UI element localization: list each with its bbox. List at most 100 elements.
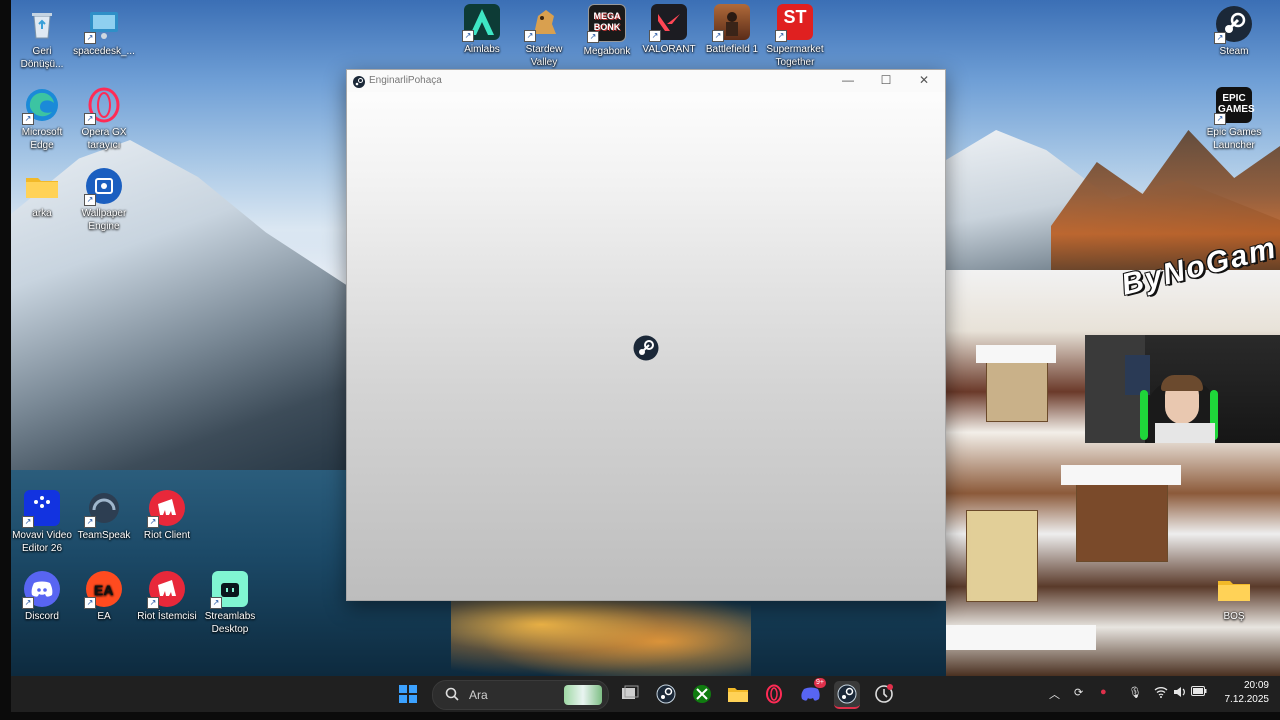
desktop-icon-teamspeak[interactable]: ↗ TeamSpeak <box>73 490 135 542</box>
wallpaper-lights <box>451 590 751 676</box>
desktop-icon-opera-gx[interactable]: ↗ Opera GX tarayıcı <box>73 87 135 152</box>
megabonk-icon: MEGA BONK ↗ <box>587 4 626 43</box>
streamlabs-icon: ↗ <box>210 571 248 609</box>
desktop-icon-discord[interactable]: ↗ Discord <box>11 571 73 623</box>
desktop-icon-label: Steam <box>1219 46 1249 57</box>
desktop-icon-battlefield[interactable]: ↗ Battlefield 1 <box>701 4 763 56</box>
ea-icon: EA ↗ <box>84 571 122 609</box>
desktop-icon-label: arka <box>32 208 52 219</box>
battlefield-icon: ↗ <box>712 4 750 42</box>
windows-icon <box>399 685 417 703</box>
desktop-icon-movavi[interactable]: ↗ Movavi Video Editor 26 <box>11 490 73 555</box>
desktop-icon-label: Battlefield 1 <box>705 44 759 55</box>
teamspeak-icon: ↗ <box>84 490 122 528</box>
desktop-icon-ea[interactable]: EA ↗ EA <box>73 571 135 623</box>
window-titlebar[interactable]: EnginarliPohaça — ☐ ✕ <box>347 70 945 92</box>
desktop-icon-bos[interactable]: BOŞ <box>1203 571 1265 623</box>
desktop-icon-label: Movavi Video Editor 26 <box>12 530 72 554</box>
taskbar-opera-gx[interactable] <box>761 681 787 707</box>
aimlabs-icon: ↗ <box>462 4 500 42</box>
desktop-icon-label: Riot İstemcisi <box>137 611 197 622</box>
epic-icon: EPIC GAMES ↗ <box>1214 87 1255 125</box>
volume-icon[interactable] <box>1173 686 1187 701</box>
desktop-icon-label: Megabonk <box>583 46 631 57</box>
taskbar-xbox[interactable] <box>689 681 715 707</box>
steam-icon: ↗ <box>1214 6 1252 44</box>
desktop-icon-label: Epic Games Launcher <box>1206 127 1262 151</box>
task-view-icon <box>622 685 639 699</box>
desktop-icon-wallpaper-engine[interactable]: ↗ Wallpaper Engine <box>73 168 135 233</box>
valorant-icon: ↗ <box>649 4 687 42</box>
desktop-icon-riot-istemcisi[interactable]: ↗ Riot İstemcisi <box>136 571 198 623</box>
desktop-icon-label: VALORANT <box>642 44 696 55</box>
chevron-up-icon[interactable]: ︿ <box>1049 686 1060 702</box>
search-placeholder: Ara <box>469 688 488 702</box>
desktop-icon-epic[interactable]: EPIC GAMES ↗ Epic Games Launcher <box>1203 87 1265 152</box>
desktop-icon-riot-client[interactable]: ↗ Riot Client <box>136 490 198 542</box>
spacedesk-icon: ↗ <box>84 6 122 44</box>
edge-icon: ↗ <box>22 87 60 125</box>
taskbar-task-view[interactable] <box>617 681 643 707</box>
desktop-icon-recycle-bin[interactable]: Geri Dönüşü... <box>11 6 73 71</box>
steam-loading-icon <box>633 335 659 366</box>
folder-icon <box>24 168 60 204</box>
desktop-icon-label: Aimlabs <box>464 44 500 55</box>
desktop-icon-supermarket[interactable]: ST ↗ Supermarket Together <box>764 4 826 69</box>
desktop-icon-aimlabs[interactable]: ↗ Aimlabs <box>451 4 513 56</box>
stardew-icon: ↗ <box>524 4 562 42</box>
taskbar-app[interactable] <box>871 681 897 707</box>
taskbar-discord[interactable]: 9+ <box>798 678 826 707</box>
supermarket-logo-text: ST <box>783 7 807 27</box>
desktop-icon-edge[interactable]: ↗ Microsoft Edge <box>11 87 73 152</box>
battery-icon[interactable] <box>1191 686 1207 699</box>
screen-bottom-border <box>0 712 1280 720</box>
riot-istemcisi-icon: ↗ <box>147 571 185 609</box>
opera-gx-icon <box>766 684 782 704</box>
desktop-icon-label: Supermarket Together <box>766 44 824 68</box>
steam-login-window[interactable]: EnginarliPohaça — ☐ ✕ <box>346 69 946 601</box>
megabonk-logo-text: MEGA BONK <box>593 11 621 32</box>
desktop-icon-stardew[interactable]: ↗ Stardew Valley <box>513 4 575 69</box>
desktop-icon-label: EA <box>97 611 111 622</box>
start-button[interactable] <box>395 681 421 707</box>
desktop-icon-label: Discord <box>25 611 59 622</box>
search-icon <box>445 687 459 706</box>
desktop-icon-label: Riot Client <box>143 530 191 541</box>
desktop-icon-streamlabs[interactable]: ↗ Streamlabs Desktop <box>199 571 261 636</box>
taskbar-clock[interactable]: 20:09 7.12.2025 <box>1209 679 1270 707</box>
taskbar-steam-active[interactable] <box>834 681 860 709</box>
taskbar-search-box[interactable]: Ara <box>432 680 609 710</box>
desktop-icon-steam[interactable]: ↗ Steam <box>1203 6 1265 58</box>
taskbar-steam[interactable] <box>653 681 679 707</box>
steam-icon <box>656 684 676 704</box>
desktop-icon-label: Streamlabs Desktop <box>204 611 256 635</box>
webcam-overlay <box>1085 335 1280 443</box>
opera-gx-icon: ↗ <box>84 87 122 125</box>
maximize-button[interactable]: ☐ <box>867 70 905 92</box>
taskbar: Ara 9+ ︿ ⟳ ● 🎙 20:09 7.12.2025 <box>11 676 1280 712</box>
steam-icon <box>353 75 365 93</box>
recycle-bin-icon <box>24 6 60 42</box>
desktop-icon-megabonk[interactable]: MEGA BONK ↗ Megabonk <box>576 4 638 58</box>
desktop-icon-arka[interactable]: arka <box>11 168 73 220</box>
steam-icon <box>837 684 857 704</box>
desktop-icon-label: Stardew Valley <box>525 44 563 68</box>
close-button[interactable]: ✕ <box>905 70 943 92</box>
wifi-icon[interactable] <box>1154 686 1168 701</box>
desktop-icon-label: Microsoft Edge <box>21 127 63 151</box>
discord-badge: 9+ <box>814 678 826 688</box>
sync-icon[interactable]: ⟳ <box>1074 686 1083 699</box>
riot-tray-icon[interactable]: ● <box>1100 686 1107 698</box>
wallpaper-engine-icon: ↗ <box>84 168 122 206</box>
desktop-icon-label: Wallpaper Engine <box>81 208 127 232</box>
desktop-icon-label: spacedesk_... <box>73 46 135 57</box>
desktop-icon-valorant[interactable]: ↗ VALORANT <box>638 4 700 56</box>
epic-logo-text: EPIC GAMES <box>1218 93 1255 115</box>
svg-text:EA: EA <box>94 582 113 598</box>
microphone-icon[interactable]: 🎙 <box>1128 686 1142 699</box>
minimize-button[interactable]: — <box>829 70 867 92</box>
taskbar-file-explorer[interactable] <box>725 681 751 707</box>
desktop-icon-spacedesk[interactable]: ↗ spacedesk_... <box>73 6 135 58</box>
desktop-icon-label: Geri Dönüşü... <box>20 46 64 70</box>
riot-client-icon: ↗ <box>147 490 185 528</box>
